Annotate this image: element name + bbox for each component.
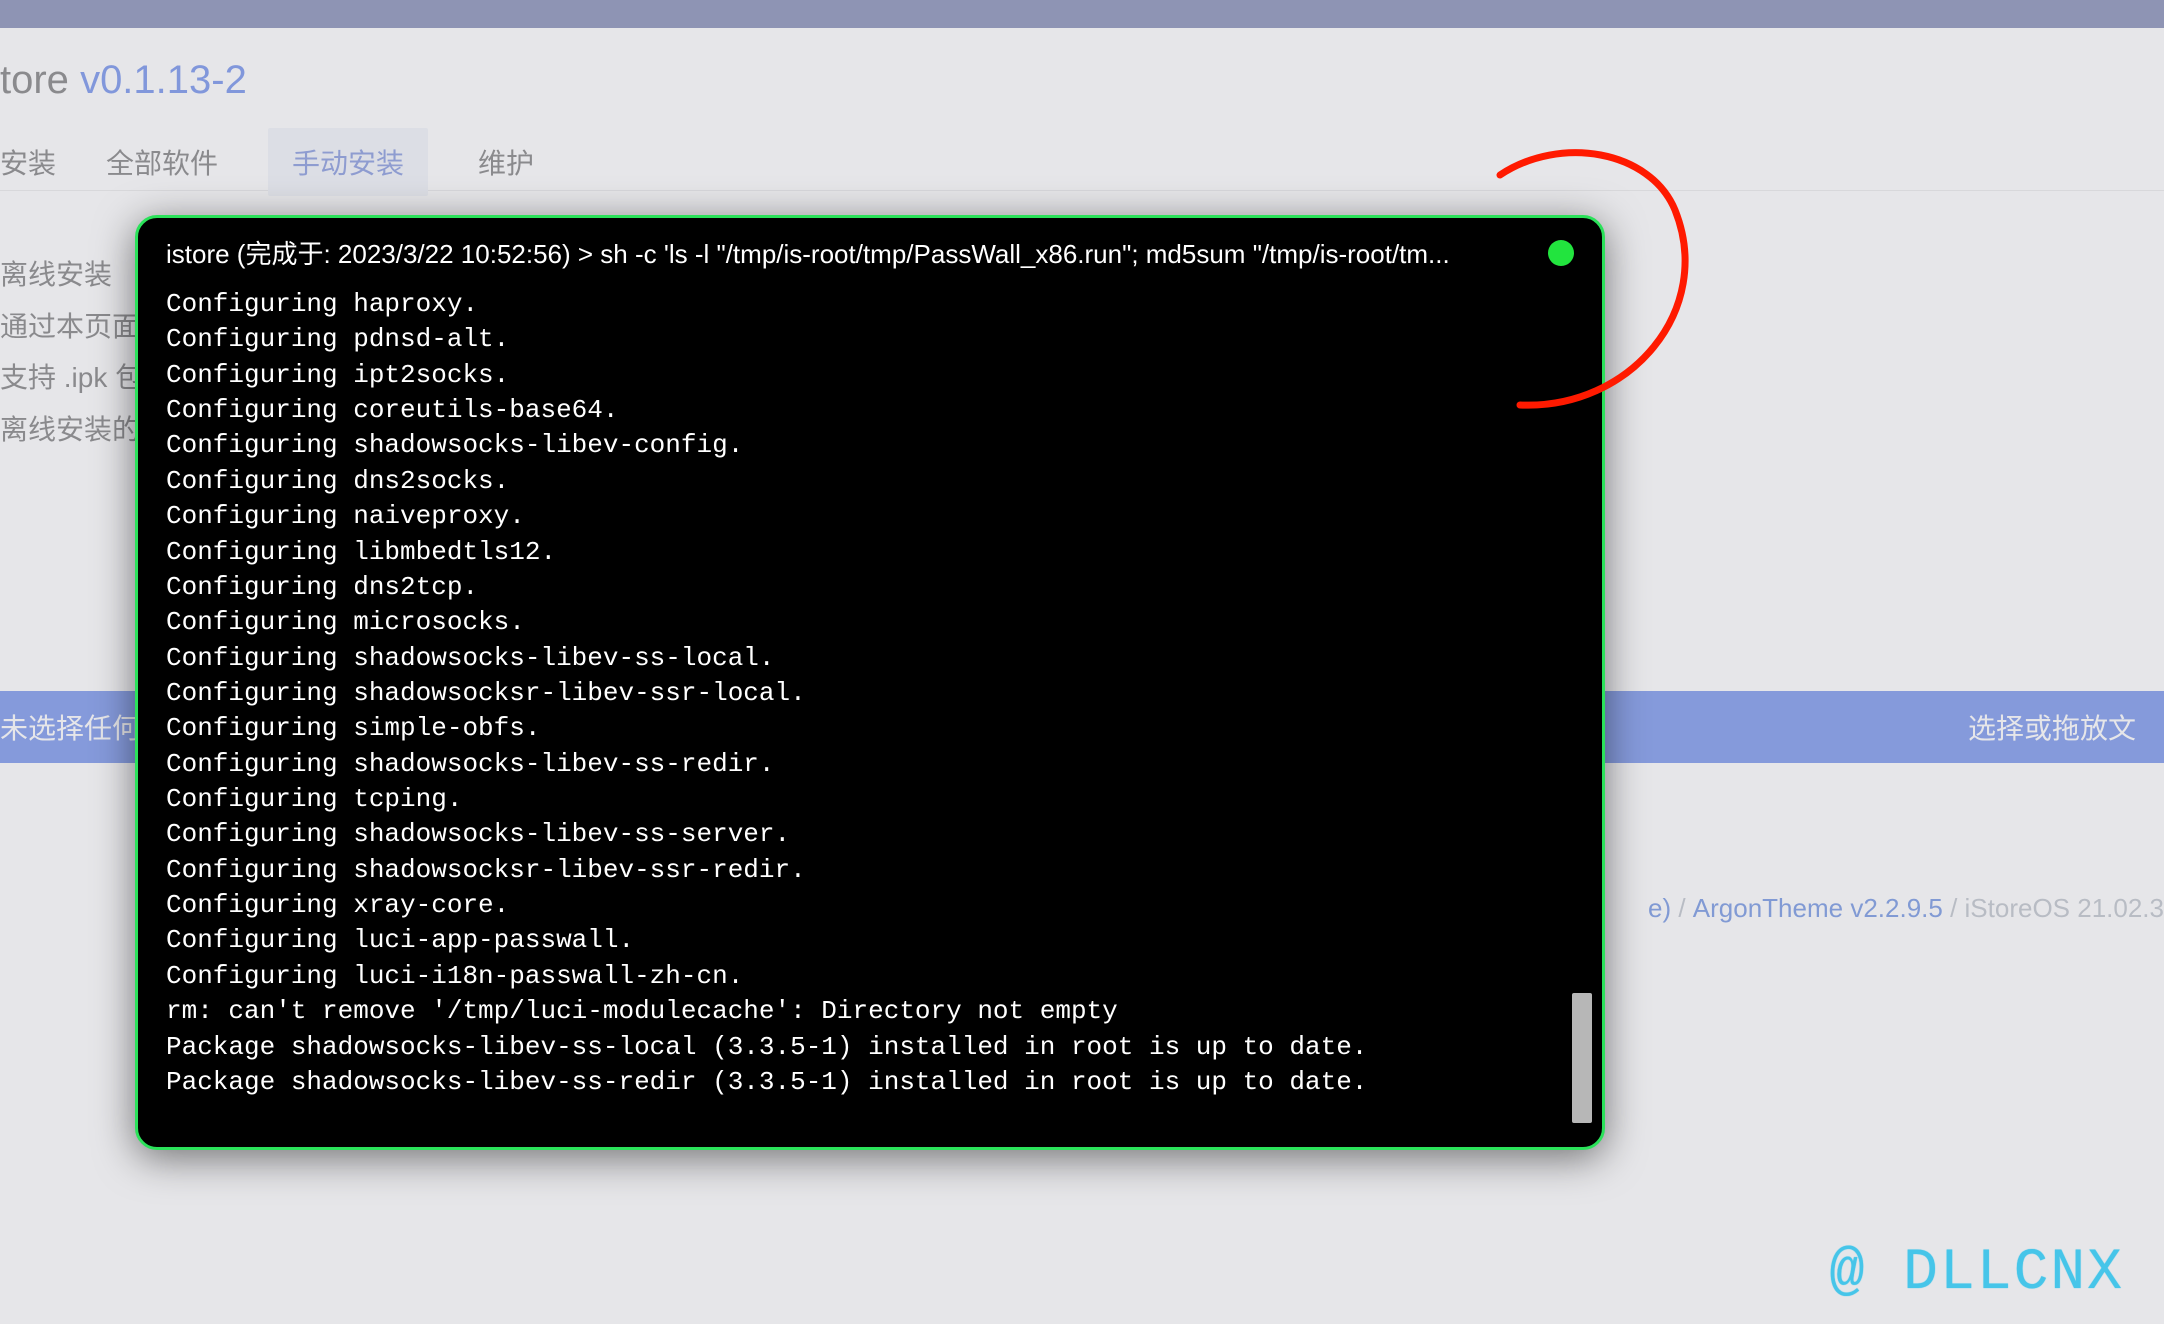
window-topbar — [0, 0, 2164, 28]
app-name: tore — [0, 58, 69, 102]
footer-sep: / — [1678, 893, 1692, 923]
tab-manual-install[interactable]: 手动安装 — [268, 128, 428, 196]
footer-sep: / — [1950, 893, 1964, 923]
scrollbar-thumb[interactable] — [1572, 993, 1592, 1123]
terminal-title: istore (完成于: 2023/3/22 10:52:56) > sh -c… — [166, 234, 1450, 271]
upload-action-text: 选择或拖放文 — [1968, 707, 2136, 747]
footer-theme-link[interactable]: ArgonTheme v2.2.9.5 — [1693, 893, 1943, 923]
status-indicator-icon[interactable] — [1548, 240, 1574, 266]
tab-all-software[interactable]: 全部软件 — [106, 142, 218, 182]
terminal-header: istore (完成于: 2023/3/22 10:52:56) > sh -c… — [138, 218, 1602, 281]
terminal-output[interactable]: Configuring haproxy. Configuring pdnsd-a… — [138, 281, 1602, 1148]
footer-link-fragment[interactable]: e) — [1648, 893, 1671, 923]
tabs-strip: 安装 全部软件 手动安装 维护 — [0, 133, 2164, 191]
terminal-modal: istore (完成于: 2023/3/22 10:52:56) > sh -c… — [135, 215, 1605, 1150]
page-title-bar: tore v0.1.13-2 — [0, 28, 2164, 133]
footer-os-version: iStoreOS 21.02.3 — [1965, 893, 2164, 923]
watermark-text: @ DLLCNX — [1830, 1241, 2124, 1306]
tab-maintenance[interactable]: 维护 — [478, 142, 534, 182]
app-version: v0.1.13-2 — [80, 58, 247, 102]
tab-installed[interactable]: 安装 — [0, 142, 56, 182]
